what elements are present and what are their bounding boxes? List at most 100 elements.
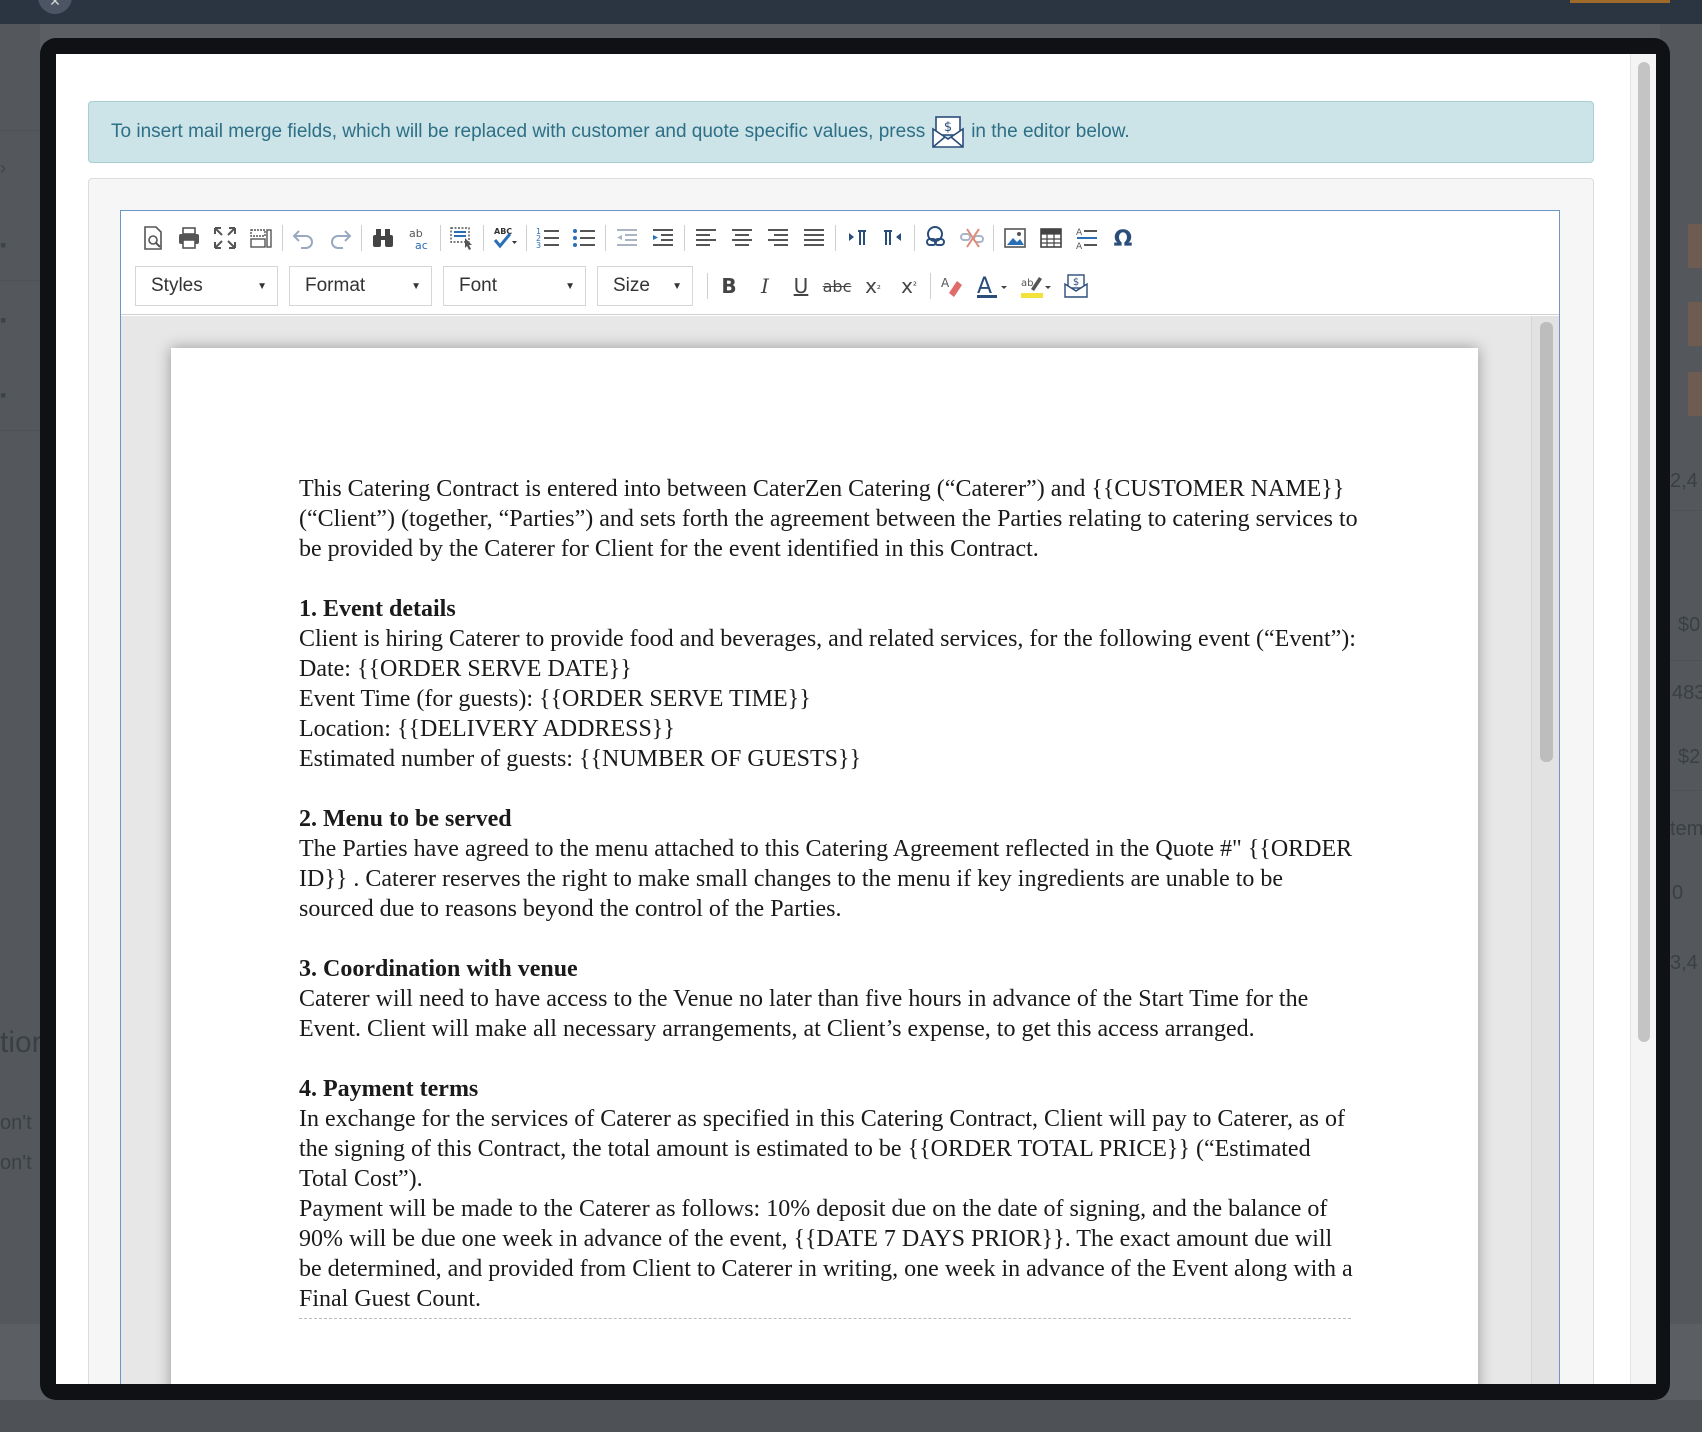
styles-dropdown[interactable]: Styles ▼ xyxy=(135,266,278,306)
background-expand-icon: › xyxy=(0,158,6,178)
select-all-icon[interactable] xyxy=(444,221,480,255)
image-icon[interactable] xyxy=(997,221,1033,255)
svg-text:ab: ab xyxy=(1021,278,1033,289)
background-text: on't xyxy=(0,1112,32,1134)
editor-content-area[interactable]: This Catering Contract is entered into b… xyxy=(121,316,1559,1384)
section-text: Caterer will need to have access to the … xyxy=(299,986,1309,1042)
svg-text:$: $ xyxy=(944,120,952,135)
underline-button[interactable]: U xyxy=(783,268,819,304)
chevron-down-icon: ▼ xyxy=(411,280,421,292)
editor-toolbar: ab ac ABC 123 A A Ω Styles ▼ Format ▼ Fo… xyxy=(121,211,1559,315)
background-grid-icon: ▪ xyxy=(0,310,7,330)
section-heading: 3. Coordination with venue xyxy=(299,956,578,982)
mail-merge-icon[interactable]: $ xyxy=(1058,269,1094,303)
spellcheck-icon[interactable]: ABC xyxy=(487,221,523,255)
contract-document[interactable]: This Catering Contract is entered into b… xyxy=(299,474,1359,1319)
maximize-icon[interactable] xyxy=(207,221,243,255)
highlight-color-icon[interactable]: ab xyxy=(1014,269,1058,303)
svg-text:ac: ac xyxy=(415,239,428,251)
table-icon[interactable] xyxy=(1033,221,1069,255)
section-heading: 4. Payment terms xyxy=(299,1076,479,1102)
superscript-label: x xyxy=(901,274,913,298)
remove-format-icon[interactable]: A xyxy=(934,269,970,303)
toolbar-separator xyxy=(684,225,685,251)
toolbar-separator xyxy=(282,225,283,251)
event-location-line: Location: {{DELIVERY ADDRESS}} xyxy=(299,716,675,742)
preview-icon[interactable] xyxy=(135,221,171,255)
bulleted-list-icon[interactable] xyxy=(566,221,602,255)
background-accent-bar xyxy=(1570,0,1670,3)
background-value: 483 xyxy=(1672,682,1702,704)
size-dropdown[interactable]: Size ▼ xyxy=(597,266,693,306)
alert-text-after: in the editor below. xyxy=(971,121,1130,142)
rtl-icon[interactable] xyxy=(875,221,911,255)
text-color-icon[interactable]: A xyxy=(970,269,1014,303)
chevron-down-icon: ▼ xyxy=(672,280,682,292)
mail-merge-icon: $ xyxy=(931,115,965,149)
modal-scrollbar[interactable] xyxy=(1630,54,1656,1384)
toolbar-separator xyxy=(440,225,441,251)
svg-text:3: 3 xyxy=(536,241,541,250)
background-status-strip xyxy=(1688,372,1702,416)
decrease-indent-icon[interactable] xyxy=(609,221,645,255)
alert-text-before: To insert mail merge fields, which will … xyxy=(111,121,926,142)
redo-icon[interactable] xyxy=(322,221,358,255)
document-page: This Catering Contract is entered into b… xyxy=(171,348,1478,1384)
numbered-list-icon[interactable]: 123 xyxy=(530,221,566,255)
toolbar-separator xyxy=(526,225,527,251)
section-text: In exchange for the services of Caterer … xyxy=(299,1106,1346,1192)
italic-button[interactable]: I xyxy=(747,268,783,304)
editor-scrollbar-thumb[interactable] xyxy=(1540,322,1553,762)
toolbar-separator xyxy=(930,273,931,299)
format-dropdown[interactable]: Format ▼ xyxy=(289,266,432,306)
toolbar-row-1: ab ac ABC 123 A A Ω xyxy=(135,221,1141,255)
modal-body: To insert mail merge fields, which will … xyxy=(56,54,1656,1384)
link-icon[interactable] xyxy=(918,221,954,255)
background-divider xyxy=(0,130,40,131)
background-divider xyxy=(0,280,40,281)
toolbar-separator xyxy=(605,225,606,251)
background-value: 2,4 xyxy=(1670,470,1698,492)
toolbar-separator xyxy=(835,225,836,251)
editor-scrollbar[interactable] xyxy=(1531,316,1559,1384)
special-char-icon[interactable]: Ω xyxy=(1105,221,1141,255)
unlink-icon[interactable] xyxy=(954,221,990,255)
bold-button[interactable]: B xyxy=(711,268,747,304)
justify-icon[interactable] xyxy=(796,221,832,255)
chevron-down-icon: ▼ xyxy=(257,280,267,292)
font-dropdown[interactable]: Font ▼ xyxy=(443,266,586,306)
print-icon[interactable] xyxy=(171,221,207,255)
toolbar-separator xyxy=(914,225,915,251)
align-center-icon[interactable] xyxy=(724,221,760,255)
ltr-icon[interactable] xyxy=(839,221,875,255)
strikethrough-button[interactable]: abc xyxy=(819,268,855,304)
background-topbar xyxy=(0,0,1702,24)
background-footer xyxy=(0,1400,1702,1432)
find-icon[interactable] xyxy=(365,221,401,255)
background-value: 3,4 xyxy=(1670,952,1698,974)
modal-scrollbar-thumb[interactable] xyxy=(1638,62,1650,1042)
horizontal-rule-icon[interactable]: AA xyxy=(1069,221,1105,255)
replace-icon[interactable]: ab ac xyxy=(401,221,437,255)
svg-text:Ω: Ω xyxy=(1114,227,1133,251)
rich-text-editor: ab ac ABC 123 A A Ω Styles ▼ Format ▼ Fo… xyxy=(120,210,1560,1384)
event-guests-line: Estimated number of guests: {{NUMBER OF … xyxy=(299,746,862,772)
undo-icon[interactable] xyxy=(286,221,322,255)
superscript-marker: ² xyxy=(912,280,917,292)
styles-dropdown-label: Styles xyxy=(151,275,203,296)
background-grid-icon: ▪ xyxy=(0,235,7,255)
background-grid-icon: ▪ xyxy=(0,385,7,405)
superscript-button[interactable]: x² xyxy=(891,268,927,304)
increase-indent-icon[interactable] xyxy=(645,221,681,255)
align-right-icon[interactable] xyxy=(760,221,796,255)
toolbar-separator xyxy=(483,225,484,251)
background-status-strip xyxy=(1688,302,1702,346)
subscript-button[interactable]: x₂ xyxy=(855,268,891,304)
background-value: $2 xyxy=(1678,746,1701,768)
show-blocks-icon[interactable] xyxy=(243,221,279,255)
align-left-icon[interactable] xyxy=(688,221,724,255)
subscript-marker: ₂ xyxy=(876,280,881,292)
